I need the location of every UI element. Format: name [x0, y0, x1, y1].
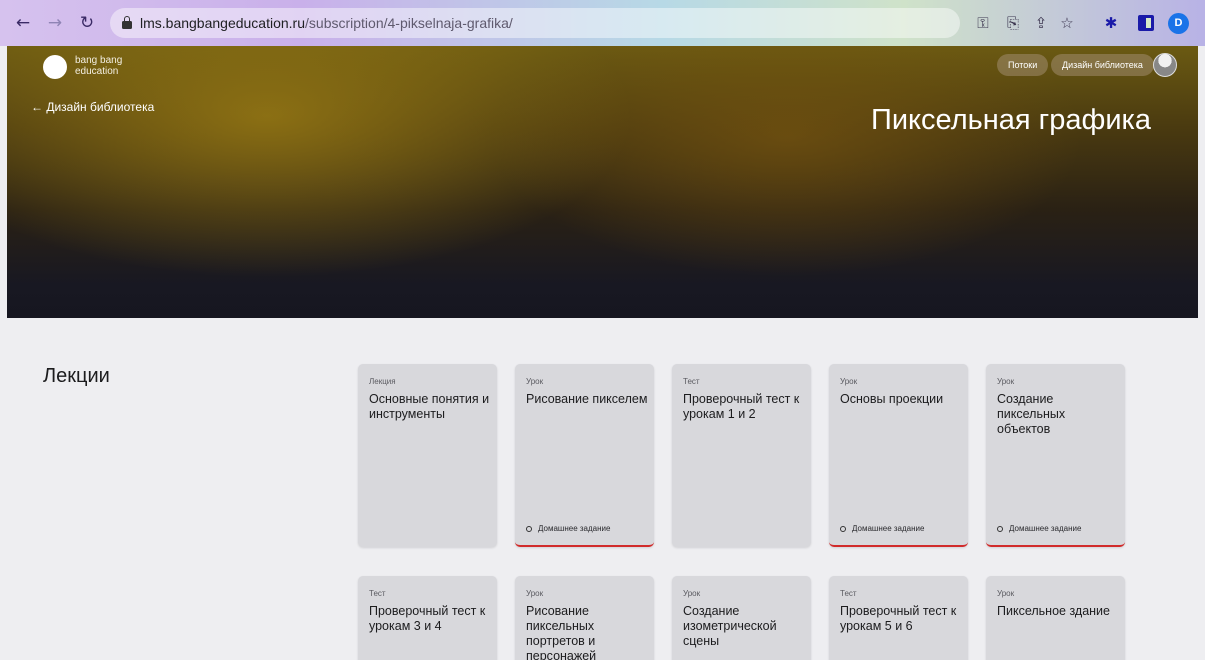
lecture-card[interactable]: Урок Создание пиксельных объектов Домашнее…	[986, 364, 1125, 547]
browser-toolbar: ← → ↻ lms.bangbangeducation.ru/subscript…	[0, 0, 1205, 46]
lecture-card-kind: Урок	[997, 589, 1015, 598]
lecture-card-kind: Урок	[840, 377, 858, 386]
homework-circle-icon	[526, 525, 532, 532]
lecture-card-kind: Тест	[369, 589, 386, 598]
homework-indicator: Домашнее задание	[840, 524, 924, 533]
lecture-card-title: Создание изометрической сцены	[683, 604, 777, 648]
forward-arrow-icon[interactable]: →	[44, 12, 66, 34]
homework-circle-icon	[840, 525, 846, 532]
homework-label: Домашнее задание	[852, 524, 925, 533]
bookmark-star-icon[interactable]: ☆	[1056, 12, 1078, 34]
url-text[interactable]: lms.bangbangeducation.ru/subscription/4-…	[140, 15, 513, 31]
lecture-card-title: Пиксельное здание	[997, 604, 1110, 618]
course-hero: bang bang education Потоки Дизайн библио…	[7, 46, 1198, 318]
share-icon[interactable]: ⇪	[1030, 12, 1052, 34]
lecture-card-title: Рисование пикселем	[526, 392, 648, 406]
lecture-card[interactable]: Урок Пиксельное здание	[986, 576, 1125, 660]
lecture-card-kind: Урок	[997, 377, 1015, 386]
lecture-card[interactable]: Тест Проверочный тест к урокам 1 и 2	[672, 364, 811, 547]
homework-circle-icon	[997, 525, 1003, 532]
lecture-card-title: Создание пиксельных объектов	[997, 392, 1066, 436]
lecture-card[interactable]: Тест Проверочный тест к урокам 5 и 6	[829, 576, 968, 660]
key-icon[interactable]: ⚿	[972, 12, 994, 34]
lecture-card-title: Основы проекции	[840, 392, 944, 406]
translate-icon[interactable]: ⎘	[1002, 12, 1024, 34]
lecture-card[interactable]: Урок Создание изометрической сцены	[672, 576, 811, 660]
lecture-card[interactable]: Лекция Основные понятия и инструменты	[358, 364, 497, 547]
lecture-card[interactable]: Урок Основы проекции Домашнее задание	[829, 364, 968, 547]
extensions-puzzle-icon[interactable]: ✱	[1100, 12, 1122, 34]
lecture-card-title: Основные понятия и инструменты	[369, 392, 490, 421]
lecture-card-kind: Урок	[526, 377, 544, 386]
lecture-card[interactable]: Тест Проверочный тест к урокам 3 и 4	[358, 576, 497, 660]
lecture-card[interactable]: Урок Рисование пиксельных портретов и пер…	[515, 576, 654, 660]
profile-avatar[interactable]: D	[1168, 13, 1189, 34]
homework-label: Домашнее задание	[1009, 524, 1082, 533]
user-avatar[interactable]	[1153, 53, 1177, 77]
lecture-card-kind: Лекция	[369, 377, 396, 386]
homework-indicator: Домашнее задание	[526, 524, 610, 533]
lecture-card-title: Проверочный тест к урокам 3 и 4	[369, 604, 486, 633]
nav-streams-button[interactable]: Потоки	[997, 54, 1049, 76]
address-bar[interactable]: lms.bangbangeducation.ru/subscription/4-…	[110, 8, 960, 38]
sidepanel-icon[interactable]	[1138, 15, 1154, 31]
reload-icon[interactable]: ↻	[76, 12, 98, 34]
lecture-card-title: Рисование пиксельных портретов и персона…	[526, 604, 597, 660]
lock-icon	[122, 16, 132, 29]
lecture-card-kind: Тест	[840, 589, 857, 598]
logo-text[interactable]: bang bang education	[75, 55, 122, 77]
homework-indicator: Домашнее задание	[997, 524, 1081, 533]
lecture-card-kind: Тест	[683, 377, 700, 386]
lecture-card-title: Проверочный тест к урокам 1 и 2	[683, 392, 800, 421]
lecture-card-title: Проверочный тест к урокам 5 и 6	[840, 604, 957, 633]
lecture-card-kind: Урок	[526, 589, 544, 598]
lecture-card[interactable]: Урок Рисование пикселем Домашнее задание	[515, 364, 654, 547]
nav-library-button[interactable]: Дизайн библиотека	[1051, 54, 1154, 76]
back-to-library-link[interactable]: ← Дизайн библиотека	[31, 100, 154, 114]
logo-icon[interactable]	[43, 55, 67, 79]
back-arrow-icon[interactable]: ←	[12, 12, 34, 34]
page-title: Пиксельная графика	[870, 104, 1151, 136]
lecture-card-kind: Урок	[683, 589, 701, 598]
homework-label: Домашнее задание	[538, 524, 611, 533]
section-title-lectures: Лекции	[43, 365, 110, 387]
